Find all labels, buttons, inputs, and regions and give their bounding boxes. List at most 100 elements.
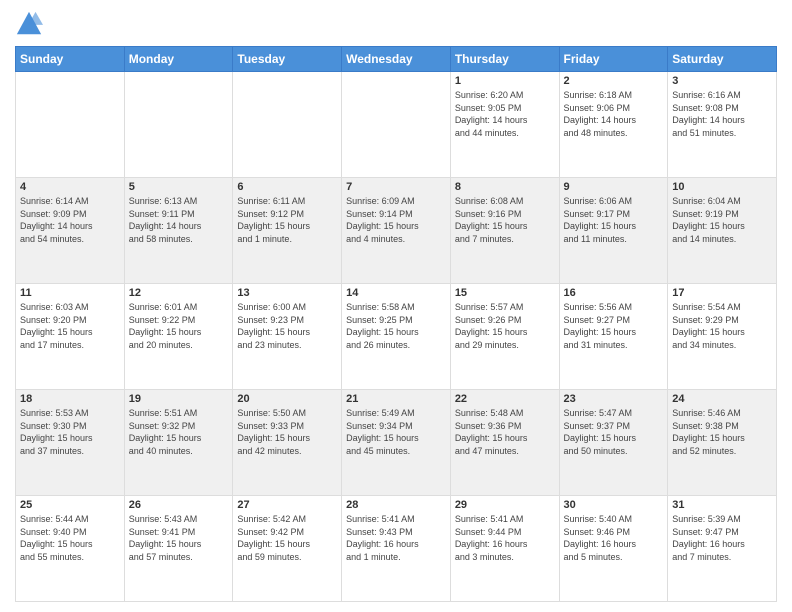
day-info: Sunrise: 5:57 AM Sunset: 9:26 PM Dayligh… [455,301,555,351]
day-cell: 20 Sunrise: 5:50 AM Sunset: 9:33 PM Dayli… [233,390,342,496]
day-info: Sunrise: 5:58 AM Sunset: 9:25 PM Dayligh… [346,301,446,351]
day-cell [16,72,125,178]
day-number: 29 [455,499,555,511]
day-number: 4 [20,181,120,193]
day-cell: 18Sunrise: 5:53 AM Sunset: 9:30 PM Dayli… [16,390,125,496]
week-row-5: 25 Sunrise: 5:44 AM Sunset: 9:40 PM Dayli… [16,496,777,602]
day-info: Sunrise: 5:40 AM Sunset: 9:46 PM Dayligh… [564,513,664,563]
day-info: Sunrise: 6:08 AM Sunset: 9:16 PM Dayligh… [455,195,555,245]
day-cell: 27 Sunrise: 5:42 AM Sunset: 9:42 PM Dayli… [233,496,342,602]
day-cell: 9 Sunrise: 6:06 AM Sunset: 9:17 PM Daylig… [559,178,668,284]
day-info: Sunrise: 6:20 AM Sunset: 9:05 PM Dayligh… [455,89,555,139]
day-cell: 7 Sunrise: 6:09 AM Sunset: 9:14 PM Daylig… [342,178,451,284]
day-cell: 12 Sunrise: 6:01 AM Sunset: 9:22 PM Dayli… [124,284,233,390]
day-number: 15 [455,287,555,299]
logo-icon [15,10,43,38]
day-cell [233,72,342,178]
day-info: Sunrise: 5:47 AM Sunset: 9:37 PM Dayligh… [564,407,664,457]
calendar-body: 1Sunrise: 6:20 AM Sunset: 9:05 PM Daylig… [16,72,777,602]
day-info: Sunrise: 5:48 AM Sunset: 9:36 PM Dayligh… [455,407,555,457]
day-info: Sunrise: 5:41 AM Sunset: 9:44 PM Dayligh… [455,513,555,563]
day-number: 21 [346,393,446,405]
day-number: 14 [346,287,446,299]
header [15,10,777,38]
day-info: Sunrise: 5:41 AM Sunset: 9:43 PM Dayligh… [346,513,446,563]
logo [15,10,47,38]
day-info: Sunrise: 5:39 AM Sunset: 9:47 PM Dayligh… [672,513,772,563]
day-number: 30 [564,499,664,511]
day-number: 2 [564,75,664,87]
header-cell-monday: Monday [124,47,233,72]
day-number: 19 [129,393,229,405]
day-cell [342,72,451,178]
day-cell: 16Sunrise: 5:56 AM Sunset: 9:27 PM Dayli… [559,284,668,390]
day-number: 23 [564,393,664,405]
day-number: 27 [237,499,337,511]
day-cell: 21 Sunrise: 5:49 AM Sunset: 9:34 PM Dayli… [342,390,451,496]
header-cell-tuesday: Tuesday [233,47,342,72]
day-info: Sunrise: 5:50 AM Sunset: 9:33 PM Dayligh… [237,407,337,457]
week-row-2: 4 Sunrise: 6:14 AM Sunset: 9:09 PM Daylig… [16,178,777,284]
header-cell-sunday: Sunday [16,47,125,72]
day-number: 22 [455,393,555,405]
day-info: Sunrise: 6:13 AM Sunset: 9:11 PM Dayligh… [129,195,229,245]
day-number: 28 [346,499,446,511]
week-row-4: 18Sunrise: 5:53 AM Sunset: 9:30 PM Dayli… [16,390,777,496]
day-cell: 23 Sunrise: 5:47 AM Sunset: 9:37 PM Dayli… [559,390,668,496]
day-info: Sunrise: 6:14 AM Sunset: 9:09 PM Dayligh… [20,195,120,245]
header-cell-wednesday: Wednesday [342,47,451,72]
day-cell: 3 Sunrise: 6:16 AM Sunset: 9:08 PM Daylig… [668,72,777,178]
day-cell [124,72,233,178]
day-cell: 19 Sunrise: 5:51 AM Sunset: 9:32 PM Dayli… [124,390,233,496]
day-info: Sunrise: 5:53 AM Sunset: 9:30 PM Dayligh… [20,407,120,457]
day-number: 7 [346,181,446,193]
day-info: Sunrise: 5:44 AM Sunset: 9:40 PM Dayligh… [20,513,120,563]
day-number: 5 [129,181,229,193]
day-info: Sunrise: 6:00 AM Sunset: 9:23 PM Dayligh… [237,301,337,351]
day-cell: 8 Sunrise: 6:08 AM Sunset: 9:16 PM Daylig… [450,178,559,284]
day-info: Sunrise: 5:54 AM Sunset: 9:29 PM Dayligh… [672,301,772,351]
day-cell: 11 Sunrise: 6:03 AM Sunset: 9:20 PM Dayli… [16,284,125,390]
day-number: 13 [237,287,337,299]
day-number: 3 [672,75,772,87]
day-info: Sunrise: 5:49 AM Sunset: 9:34 PM Dayligh… [346,407,446,457]
header-cell-thursday: Thursday [450,47,559,72]
day-info: Sunrise: 5:42 AM Sunset: 9:42 PM Dayligh… [237,513,337,563]
day-info: Sunrise: 6:06 AM Sunset: 9:17 PM Dayligh… [564,195,664,245]
day-info: Sunrise: 5:51 AM Sunset: 9:32 PM Dayligh… [129,407,229,457]
day-number: 11 [20,287,120,299]
day-number: 12 [129,287,229,299]
header-cell-saturday: Saturday [668,47,777,72]
day-info: Sunrise: 6:09 AM Sunset: 9:14 PM Dayligh… [346,195,446,245]
day-number: 9 [564,181,664,193]
header-cell-friday: Friday [559,47,668,72]
day-number: 8 [455,181,555,193]
day-number: 16 [564,287,664,299]
day-number: 25 [20,499,120,511]
day-cell: 24Sunrise: 5:46 AM Sunset: 9:38 PM Dayli… [668,390,777,496]
page: SundayMondayTuesdayWednesdayThursdayFrid… [0,0,792,612]
day-cell: 15 Sunrise: 5:57 AM Sunset: 9:26 PM Dayli… [450,284,559,390]
day-cell: 31Sunrise: 5:39 AM Sunset: 9:47 PM Dayli… [668,496,777,602]
day-info: Sunrise: 6:16 AM Sunset: 9:08 PM Dayligh… [672,89,772,139]
day-number: 26 [129,499,229,511]
day-info: Sunrise: 6:18 AM Sunset: 9:06 PM Dayligh… [564,89,664,139]
header-row: SundayMondayTuesdayWednesdayThursdayFrid… [16,47,777,72]
day-cell: 28 Sunrise: 5:41 AM Sunset: 9:43 PM Dayli… [342,496,451,602]
day-number: 24 [672,393,772,405]
day-info: Sunrise: 6:04 AM Sunset: 9:19 PM Dayligh… [672,195,772,245]
day-info: Sunrise: 6:11 AM Sunset: 9:12 PM Dayligh… [237,195,337,245]
day-cell: 30 Sunrise: 5:40 AM Sunset: 9:46 PM Dayli… [559,496,668,602]
day-number: 17 [672,287,772,299]
day-number: 6 [237,181,337,193]
day-info: Sunrise: 6:01 AM Sunset: 9:22 PM Dayligh… [129,301,229,351]
day-cell: 4 Sunrise: 6:14 AM Sunset: 9:09 PM Daylig… [16,178,125,284]
day-info: Sunrise: 6:03 AM Sunset: 9:20 PM Dayligh… [20,301,120,351]
day-number: 10 [672,181,772,193]
day-cell: 6 Sunrise: 6:11 AM Sunset: 9:12 PM Daylig… [233,178,342,284]
week-row-3: 11 Sunrise: 6:03 AM Sunset: 9:20 PM Dayli… [16,284,777,390]
day-cell: 22 Sunrise: 5:48 AM Sunset: 9:36 PM Dayli… [450,390,559,496]
day-number: 20 [237,393,337,405]
calendar-table: SundayMondayTuesdayWednesdayThursdayFrid… [15,46,777,602]
day-cell: 1Sunrise: 6:20 AM Sunset: 9:05 PM Daylig… [450,72,559,178]
